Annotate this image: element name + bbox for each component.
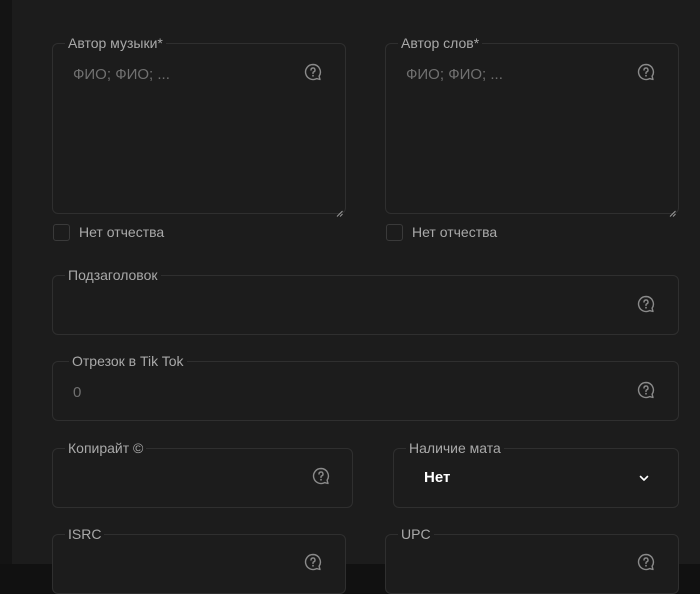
- lyrics-author-label: Автор слов*: [398, 35, 483, 51]
- explicit-label: Наличие мата: [406, 440, 504, 456]
- tiktok-segment-field[interactable]: Отрезок в Tik Tok 0: [52, 353, 679, 421]
- music-author-placeholder: ФИО; ФИО; ...: [73, 66, 170, 83]
- help-icon[interactable]: [304, 63, 322, 81]
- no-patronymic-music-checkbox[interactable]: [53, 223, 70, 241]
- help-icon[interactable]: [637, 553, 655, 571]
- copyright-field[interactable]: Копирайт ©: [52, 440, 353, 508]
- resize-grip-icon[interactable]: [336, 204, 343, 217]
- subtitle-field[interactable]: Подзаголовок: [52, 267, 679, 335]
- no-patronymic-lyrics-checkbox[interactable]: [386, 223, 403, 241]
- isrc-field[interactable]: ISRC: [52, 526, 346, 594]
- resize-grip-icon[interactable]: [669, 204, 676, 217]
- chevron-down-icon[interactable]: [638, 471, 650, 483]
- no-patronymic-music-label[interactable]: Нет отчества: [79, 224, 164, 240]
- help-icon[interactable]: [304, 553, 322, 571]
- subtitle-label: Подзаголовок: [65, 267, 161, 283]
- lyrics-author-placeholder: ФИО; ФИО; ...: [406, 66, 503, 83]
- music-author-field[interactable]: Автор музыки* ФИО; ФИО; ...: [52, 35, 346, 217]
- explicit-select[interactable]: Наличие мата Нет: [393, 440, 679, 508]
- help-icon[interactable]: [637, 381, 655, 399]
- side-strip: [0, 0, 12, 564]
- lyrics-author-field[interactable]: Автор слов* ФИО; ФИО; ...: [385, 35, 679, 217]
- no-patronymic-lyrics-label[interactable]: Нет отчества: [412, 224, 497, 240]
- help-icon[interactable]: [637, 63, 655, 81]
- isrc-label: ISRC: [65, 526, 105, 542]
- no-patronymic-music-row[interactable]: Нет отчества: [53, 222, 164, 242]
- upc-field[interactable]: UPC: [385, 526, 679, 594]
- copyright-label: Копирайт ©: [65, 440, 147, 456]
- tiktok-segment-placeholder: 0: [73, 384, 82, 401]
- upc-label: UPC: [398, 526, 434, 542]
- help-icon[interactable]: [312, 467, 330, 485]
- tiktok-segment-label: Отрезок в Tik Tok: [69, 353, 187, 369]
- help-icon[interactable]: [637, 295, 655, 313]
- release-form-panel: Автор музыки* ФИО; ФИО; ... Автор слов* …: [12, 0, 700, 594]
- music-author-label: Автор музыки*: [65, 35, 166, 51]
- no-patronymic-lyrics-row[interactable]: Нет отчества: [386, 222, 497, 242]
- explicit-selected-value[interactable]: Нет: [424, 469, 450, 486]
